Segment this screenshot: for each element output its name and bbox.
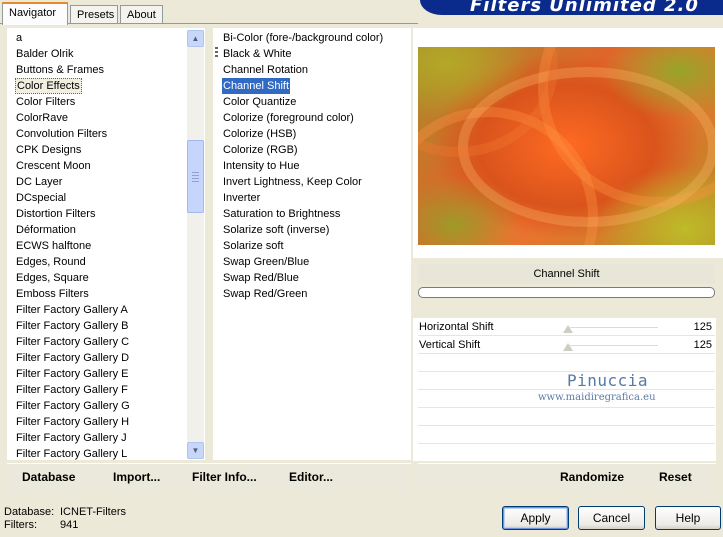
status-database-label: Database: [4,506,55,518]
category-item[interactable]: Color Filters [15,94,76,110]
banner-title: Filters Unlimited 2.0 [470,0,699,15]
param-label: Vertical Shift [419,339,481,351]
scroll-thumb[interactable] [187,140,204,213]
list-grip-icon [215,47,218,49]
watermark-name: Pinuccia [567,371,649,390]
category-item[interactable]: DCspecial [15,190,67,206]
category-item[interactable]: Filter Factory Gallery A [15,302,129,318]
slider-thumb[interactable] [563,325,573,333]
status-database: Database: ICNET-Filters [4,506,126,518]
status-database-value: ICNET-Filters [60,506,126,518]
tab-navigator[interactable]: Navigator [2,2,68,25]
category-item[interactable]: a [15,30,23,46]
category-list[interactable]: a Balder Olrik Buttons & Frames Color Effec… [7,28,205,460]
filter-item[interactable]: Intensity to Hue [222,158,300,174]
cancel-button[interactable]: Cancel [578,506,645,530]
tab-about[interactable]: About [120,5,163,24]
scroll-down-button[interactable]: ▼ [187,442,204,459]
category-item[interactable]: Edges, Round [15,254,87,270]
filter-item[interactable]: Colorize (RGB) [222,142,299,158]
tab-presets-label: Presets [77,9,115,21]
filter-item[interactable]: Colorize (foreground color) [222,110,355,126]
import-button[interactable]: Import... [113,470,160,484]
filter-item[interactable]: Swap Red/Blue [222,270,300,286]
tab-navigator-label: Navigator [9,7,57,19]
category-item[interactable]: Filter Factory Gallery J [15,430,128,446]
filter-item[interactable]: Saturation to Brightness [222,206,341,222]
list-grip-icon [215,51,218,53]
category-item[interactable]: Filter Factory Gallery C [15,334,130,350]
reset-button[interactable]: Reset [659,470,692,484]
preview-image [418,47,715,245]
watermark-site: www.maidiregrafica.eu [538,392,656,403]
scroll-up-button[interactable]: ▲ [187,30,204,47]
apply-button[interactable]: Apply [502,506,569,530]
filter-item[interactable]: Solarize soft [222,238,285,254]
category-item[interactable]: DC Layer [15,174,63,190]
randomize-button[interactable]: Randomize [560,470,624,484]
category-item[interactable]: Crescent Moon [15,158,92,174]
category-item[interactable]: Buttons & Frames [15,62,105,78]
filter-item[interactable]: Swap Green/Blue [222,254,310,270]
editor-button[interactable]: Editor... [289,470,333,484]
filter-item[interactable]: Invert Lightness, Keep Color [222,174,363,190]
filter-item[interactable]: Black & White [222,46,292,62]
filter-list[interactable]: Bi-Color (fore-/background color) Black &… [213,28,411,460]
slider-track[interactable] [570,345,658,346]
filter-item[interactable]: Color Quantize [222,94,297,110]
category-item[interactable]: Distortion Filters [15,206,96,222]
filter-item[interactable]: Solarize soft (inverse) [222,222,330,238]
help-button[interactable]: Help [655,506,721,530]
param-value: 125 [693,321,712,333]
param-value: 125 [693,339,712,351]
category-item[interactable]: Color Effects [15,78,82,94]
category-item[interactable]: CPK Designs [15,142,82,158]
category-item[interactable]: ColorRave [15,110,69,126]
slider-thumb[interactable] [563,343,573,351]
category-item[interactable]: Edges, Square [15,270,90,286]
tab-about-label: About [127,9,156,21]
param-row-horizontal-shift[interactable]: Horizontal Shift 125 [418,319,715,336]
brand-banner: Filters Unlimited 2.0 [420,0,723,15]
filter-item[interactable]: Inverter [222,190,261,206]
category-item[interactable]: Déformation [15,222,77,238]
status-filters: Filters: 941 [4,519,78,531]
database-button[interactable]: Database [22,470,75,484]
filter-item[interactable]: Channel Shift [222,78,291,94]
category-item[interactable]: Filter Factory Gallery B [15,318,129,334]
category-item[interactable]: ECWS halftone [15,238,92,254]
param-row-empty [418,409,715,426]
category-item[interactable]: Filter Factory Gallery F [15,382,129,398]
param-row-vertical-shift[interactable]: Vertical Shift 125 [418,337,715,354]
category-item[interactable]: Filter Factory Gallery L [15,446,128,460]
category-scrollbar[interactable]: ▲ ▼ [187,30,204,459]
param-row-empty [418,355,715,372]
param-row-empty [418,427,715,444]
category-item[interactable]: Filter Factory Gallery G [15,398,131,414]
status-filters-label: Filters: [4,519,37,531]
filter-item[interactable]: Swap Red/Green [222,286,308,302]
category-item[interactable]: Convolution Filters [15,126,108,142]
status-filters-value: 941 [60,519,79,531]
category-item[interactable]: Filter Factory Gallery E [15,366,129,382]
param-label: Horizontal Shift [419,321,494,333]
filter-info-button[interactable]: Filter Info... [192,470,257,484]
filter-item[interactable]: Colorize (HSB) [222,126,297,142]
progress-bar [418,287,715,298]
category-item[interactable]: Filter Factory Gallery H [15,414,130,430]
list-grip-icon [215,55,218,57]
category-item[interactable]: Filter Factory Gallery D [15,350,130,366]
category-item[interactable]: Emboss Filters [15,286,90,302]
current-filter-name: Channel Shift [418,264,715,284]
slider-track[interactable] [570,327,658,328]
filter-item[interactable]: Bi-Color (fore-/background color) [222,30,384,46]
category-item[interactable]: Balder Olrik [15,46,74,62]
filter-item[interactable]: Channel Rotation [222,62,309,78]
tab-presets[interactable]: Presets [70,5,118,24]
